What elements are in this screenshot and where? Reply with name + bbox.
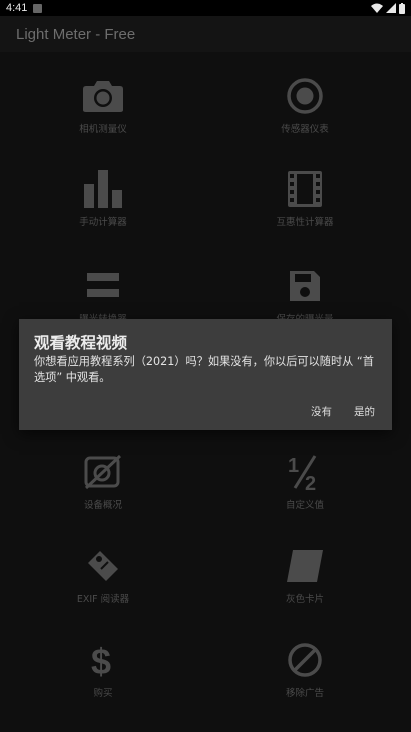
no-button[interactable]: 没有 — [307, 402, 336, 421]
menu-item-label: 设备概况 — [83, 500, 122, 511]
menu-item-camera-meter[interactable]: 相机测量仪 — [13, 74, 193, 154]
menu-item-label: 灰色卡片 — [285, 594, 324, 605]
wifi-icon — [371, 3, 383, 13]
menu-item-device-overview[interactable]: 设备概况 — [13, 450, 193, 530]
app-bar: Light Meter - Free — [0, 16, 411, 52]
tag-icon — [81, 544, 125, 588]
camera-off-icon — [81, 450, 125, 494]
app-title: Light Meter - Free — [16, 25, 136, 43]
save-icon — [283, 264, 327, 308]
yes-button[interactable]: 是的 — [350, 402, 379, 421]
svg-text:2: 2 — [305, 473, 316, 492]
block-icon — [283, 638, 327, 682]
status-time: 4:41 — [6, 2, 28, 14]
tutorial-dialog: 观看教程视频 你想看应用教程系列（2021）吗？如果没有，你以后可以随时从 “首… — [19, 319, 392, 430]
camera-icon — [81, 74, 125, 118]
menu-item-sensor-meter[interactable]: 传感器仪表 — [215, 74, 395, 154]
status-icons — [371, 2, 405, 14]
equals-icon — [81, 264, 125, 308]
menu-item-label: 手动计算器 — [79, 217, 127, 228]
svg-text:$: $ — [91, 641, 111, 680]
menu-item-exif-reader[interactable]: EXIF 阅读器 — [13, 544, 193, 624]
screen: 4:41 Light Meter - Free 相机测量仪 传感器仪表 手动计算… — [0, 0, 411, 732]
menu-item-label: 购买 — [93, 688, 113, 699]
menu-item-custom-values[interactable]: 12 自定义值 — [215, 450, 395, 530]
notification-icon — [33, 3, 43, 13]
status-bar: 4:41 — [0, 0, 411, 16]
menu-item-manual-calculator[interactable]: 手动计算器 — [13, 167, 193, 247]
menu-item-label: 互惠性计算器 — [276, 217, 334, 228]
bar-chart-icon — [81, 167, 125, 211]
menu-item-label: 移除广告 — [285, 688, 324, 699]
menu-item-label: 传感器仪表 — [281, 124, 329, 135]
fraction-icon: 12 — [283, 450, 327, 494]
dialog-message: 你想看应用教程系列（2021）吗？如果没有，你以后可以随时从 “首选项” 中观看… — [34, 355, 374, 384]
record-icon — [283, 74, 327, 118]
menu-item-label: 相机测量仪 — [79, 124, 127, 135]
menu-item-gray-card[interactable]: 灰色卡片 — [215, 544, 395, 624]
menu-item-label: EXIF 阅读器 — [76, 594, 130, 605]
menu-item-reciprocity-calculator[interactable]: 互惠性计算器 — [215, 167, 395, 247]
menu-item-label: 自定义值 — [285, 500, 324, 511]
signal-icon — [386, 3, 396, 13]
card-icon — [283, 544, 327, 588]
film-icon — [283, 167, 327, 211]
battery-icon — [399, 2, 405, 14]
svg-text:1: 1 — [288, 455, 299, 477]
dollar-icon: $ — [81, 638, 125, 682]
dialog-title: 观看教程视频 — [34, 334, 128, 352]
menu-item-purchase[interactable]: $ 购买 — [13, 638, 193, 718]
menu-item-remove-ads[interactable]: 移除广告 — [215, 638, 395, 718]
